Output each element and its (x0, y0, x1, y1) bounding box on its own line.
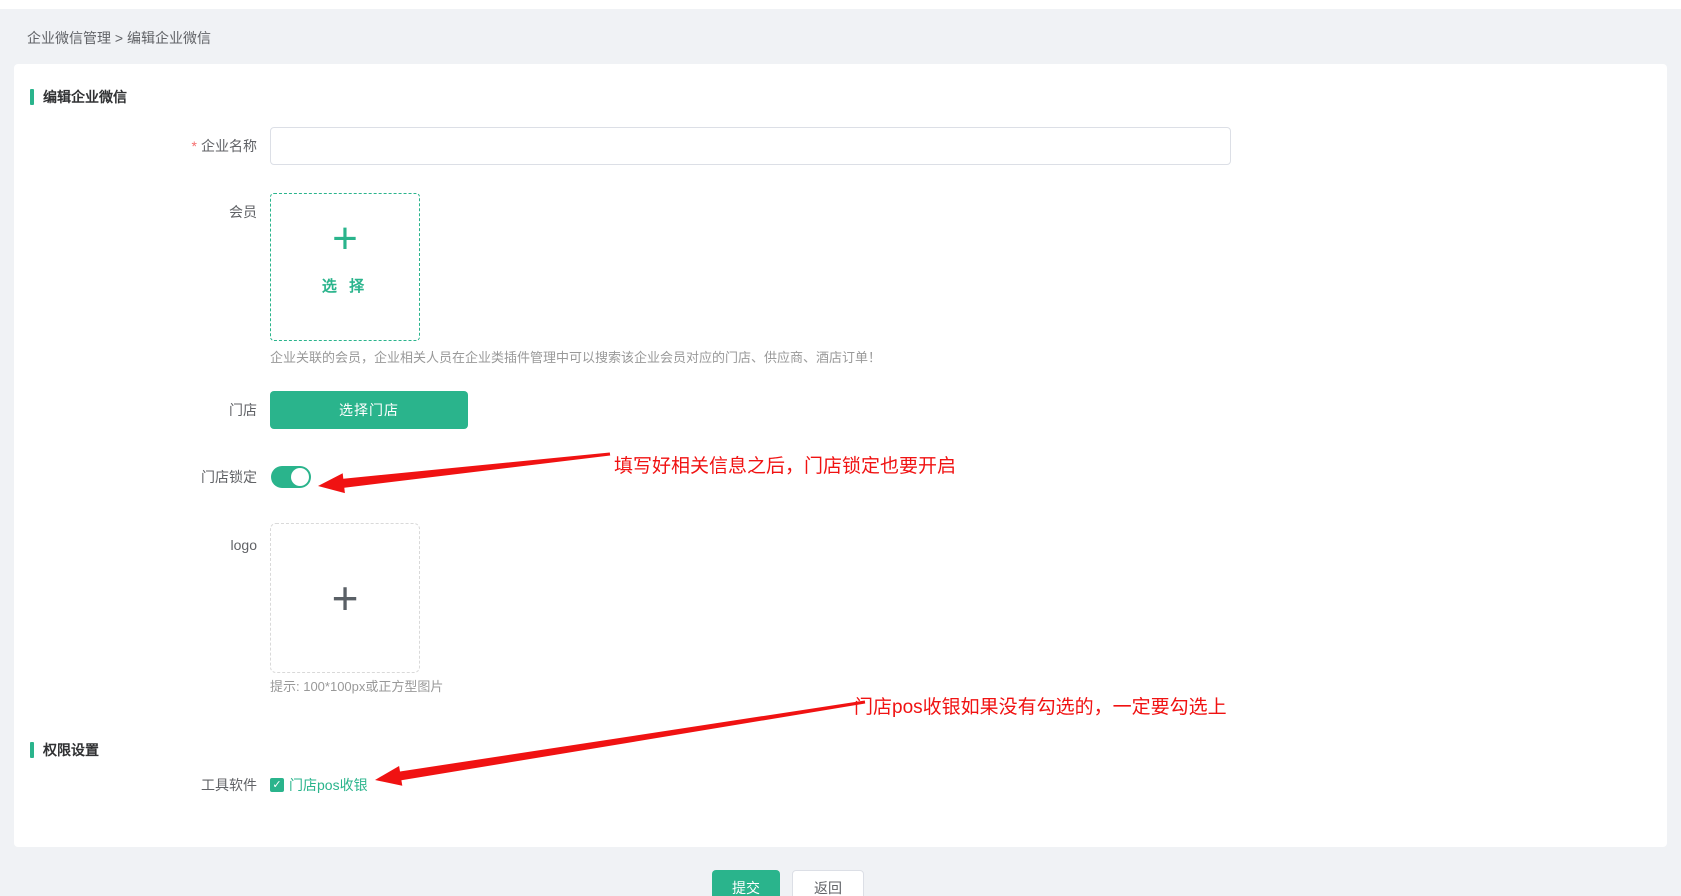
required-asterisk: * (192, 138, 197, 154)
section-accent-bar (30, 742, 34, 758)
pos-annotation: 门店pos收银如果没有勾选的，一定要勾选上 (854, 692, 1227, 719)
back-button[interactable]: 返回 (792, 870, 864, 896)
submit-button[interactable]: 提交 (712, 870, 780, 896)
logo-label: logo (137, 537, 257, 554)
plus-icon: + (332, 217, 358, 261)
store-label: 门店 (137, 402, 257, 419)
member-choose-label: 选 择 (322, 275, 368, 296)
plus-icon: + (332, 575, 359, 621)
store-lock-annotation: 填写好相关信息之后，门店锁定也要开启 (614, 451, 956, 478)
member-upload-box[interactable]: + 选 择 (270, 193, 420, 341)
window-top-strip (0, 0, 1681, 9)
company-name-label: *企业名称 (137, 138, 257, 155)
logo-hint-text: 提示: 100*100px或正方型图片 (270, 676, 443, 695)
section-header-perms: 权限设置 (30, 740, 99, 760)
logo-upload-box[interactable]: + (270, 523, 420, 673)
check-icon: ✓ (272, 780, 281, 791)
section-title-perms: 权限设置 (43, 740, 99, 760)
store-lock-label: 门店锁定 (137, 469, 257, 486)
tools-label: 工具软件 (137, 777, 257, 794)
select-store-button[interactable]: 选择门店 (270, 391, 468, 429)
pos-checkbox-row[interactable]: ✓ 门店pos收银 (270, 775, 368, 795)
pos-checkbox-label: 门店pos收银 (289, 775, 368, 795)
section-header-edit: 编辑企业微信 (30, 87, 127, 107)
pos-checkbox[interactable]: ✓ (270, 778, 284, 792)
toggle-knob (291, 468, 309, 486)
member-helper-text: 企业关联的会员，企业相关人员在企业类插件管理中可以搜索该企业会员对应的门店、供应… (270, 347, 881, 366)
member-label: 会员 (137, 204, 257, 221)
store-lock-toggle[interactable] (271, 466, 311, 488)
breadcrumb[interactable]: 企业微信管理 > 编辑企业微信 (27, 28, 211, 48)
section-accent-bar (30, 89, 34, 105)
company-name-label-text: 企业名称 (201, 138, 257, 154)
section-title-edit: 编辑企业微信 (43, 87, 127, 107)
company-name-input[interactable] (270, 127, 1231, 165)
